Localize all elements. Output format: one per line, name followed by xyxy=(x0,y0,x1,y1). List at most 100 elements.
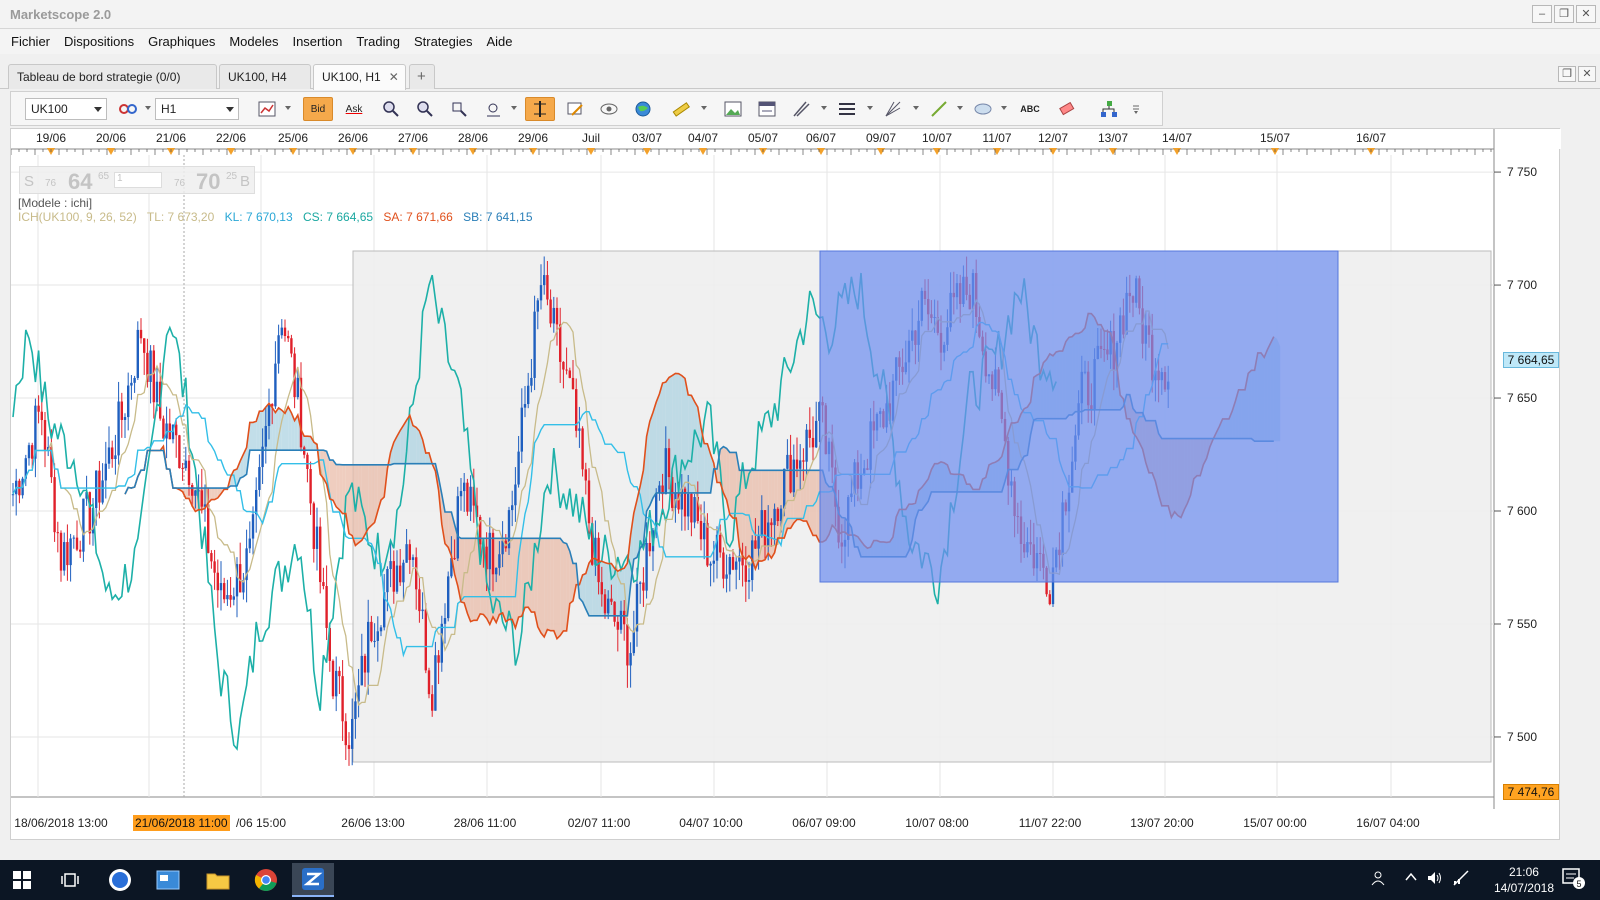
candle-body xyxy=(405,544,408,563)
fan-icon[interactable] xyxy=(881,97,905,121)
chart-area[interactable]: 19/06 20/06 21/06 22/06 25/06 26/06 27/06 28/06… xyxy=(10,128,1561,841)
menu-graphiques[interactable]: Graphiques xyxy=(141,34,222,49)
candle-body xyxy=(216,572,219,591)
menu-modeles[interactable]: Modeles xyxy=(222,34,285,49)
zoom-range-icon[interactable] xyxy=(481,97,505,121)
ichimoku-cloud xyxy=(550,538,554,631)
timeframe-select[interactable]: H1 xyxy=(155,98,239,120)
tab-uk100-h4[interactable]: UK100, H4 xyxy=(219,64,311,89)
hierarchy-icon[interactable] xyxy=(1097,97,1121,121)
network-icon[interactable] xyxy=(1452,870,1470,889)
notifications-icon[interactable]: 5 xyxy=(1562,868,1586,893)
eraser-icon[interactable] xyxy=(1055,97,1079,121)
menu-trading[interactable]: Trading xyxy=(349,34,407,49)
glasses-icon[interactable] xyxy=(116,97,140,121)
edit-properties-icon[interactable] xyxy=(563,97,587,121)
candle-body xyxy=(603,594,607,614)
app-icon[interactable] xyxy=(106,866,134,894)
chart-type-icon[interactable] xyxy=(255,97,279,121)
doc-restore-button[interactable]: ❐ xyxy=(1558,66,1576,82)
menu-fichier[interactable]: Fichier xyxy=(4,34,57,49)
add-tab-button[interactable]: + xyxy=(409,64,435,89)
ellipse-icon[interactable] xyxy=(971,97,995,121)
zoom-out-icon[interactable] xyxy=(413,97,437,121)
instrument-select[interactable]: UK100 xyxy=(25,98,107,120)
sell-small: 76 xyxy=(45,178,57,189)
app-window-icon[interactable] xyxy=(154,866,182,894)
candle-body xyxy=(706,522,709,566)
candle-body xyxy=(379,627,383,632)
candle-body xyxy=(418,589,421,612)
candle-body xyxy=(367,621,370,673)
ichimoku-cloud xyxy=(656,394,660,493)
ask-button[interactable]: Ask xyxy=(339,97,369,121)
candle-body xyxy=(703,522,706,540)
day-marker xyxy=(289,148,297,155)
candle-body xyxy=(443,618,447,624)
crosshair-icon[interactable] xyxy=(525,97,555,121)
image-icon[interactable] xyxy=(721,97,745,121)
sell-price[interactable]: 64 xyxy=(68,169,92,195)
fit-icon[interactable] xyxy=(447,97,471,121)
candle-body xyxy=(427,670,431,695)
buy-price[interactable]: 70 xyxy=(196,169,220,195)
day-marker xyxy=(587,148,595,155)
globe-icon[interactable] xyxy=(631,97,655,121)
volume-icon[interactable] xyxy=(1426,870,1444,889)
menu-dispositions[interactable]: Dispositions xyxy=(57,34,141,49)
candle-body xyxy=(255,489,258,515)
ruler-icon[interactable] xyxy=(669,97,693,121)
time-label: 16/07 04:00 xyxy=(1356,816,1420,830)
quick-trade-panel[interactable]: S 76 64 65 1 76 70 25 B xyxy=(19,166,255,194)
horizontal-lines-icon[interactable] xyxy=(835,97,859,121)
price-label: 7 550 xyxy=(1507,617,1537,631)
trendlines-icon[interactable] xyxy=(789,97,813,121)
eye-icon[interactable] xyxy=(597,97,621,121)
menu-insertion[interactable]: Insertion xyxy=(285,34,349,49)
candle-body xyxy=(514,484,517,506)
tab-dashboard[interactable]: Tableau de bord strategie (0/0) xyxy=(8,64,217,89)
chrome-icon[interactable] xyxy=(252,866,280,894)
zoom-in-icon[interactable] xyxy=(379,97,403,121)
notification-count: 5 xyxy=(1576,879,1581,889)
lot-input[interactable]: 1 xyxy=(114,172,162,188)
candle-body xyxy=(667,448,671,478)
candle-body xyxy=(59,532,63,571)
close-button[interactable]: ✕ xyxy=(1576,5,1596,23)
doc-close-button[interactable]: ✕ xyxy=(1578,66,1596,82)
tab-uk100-h1[interactable]: UK100, H1 ✕ xyxy=(313,64,406,90)
system-clock[interactable]: 21:06 14/07/2018 xyxy=(1494,864,1554,896)
candle-body xyxy=(792,459,795,493)
line-tool-icon[interactable] xyxy=(927,97,951,121)
ichimoku-cloud xyxy=(553,538,557,639)
price-chart[interactable]: 19/06 20/06 21/06 22/06 25/06 26/06 27/06 28/06… xyxy=(11,129,1561,841)
candle-body xyxy=(744,565,747,582)
bid-button[interactable]: Bid xyxy=(303,97,333,121)
restore-button[interactable]: ❐ xyxy=(1554,5,1574,23)
chevron-up-icon[interactable] xyxy=(1404,870,1418,887)
toolbar-overflow-icon[interactable] xyxy=(1129,97,1143,121)
candle-body xyxy=(607,598,610,614)
text-tool-button[interactable]: ABC xyxy=(1015,97,1045,121)
candle-body xyxy=(312,503,315,549)
people-icon[interactable] xyxy=(1370,870,1386,889)
ichimoku-cloud xyxy=(729,452,733,519)
candle-body xyxy=(114,455,117,460)
file-explorer-icon[interactable] xyxy=(204,866,232,894)
windows-start-icon[interactable] xyxy=(8,866,36,894)
marketscope-taskbar-icon[interactable] xyxy=(292,863,334,897)
minimize-button[interactable]: – xyxy=(1532,5,1552,23)
candle-body xyxy=(344,721,347,746)
indicator-legend[interactable]: ICH(UK100, 9, 26, 52) TL: 7 673,20 KL: 7… xyxy=(18,210,540,224)
candle-body xyxy=(152,350,155,403)
menu-strategies[interactable]: Strategies xyxy=(407,34,480,49)
menu-aide[interactable]: Aide xyxy=(480,34,520,49)
buy-label[interactable]: B xyxy=(240,173,250,190)
close-tab-icon[interactable]: ✕ xyxy=(389,70,399,84)
window-icon[interactable] xyxy=(755,97,779,121)
ichimoku-cloud xyxy=(249,422,253,451)
candle-body xyxy=(763,510,767,546)
sell-label[interactable]: S xyxy=(24,173,34,190)
time-label: 06/07 09:00 xyxy=(792,816,856,830)
task-view-icon[interactable] xyxy=(56,866,84,894)
